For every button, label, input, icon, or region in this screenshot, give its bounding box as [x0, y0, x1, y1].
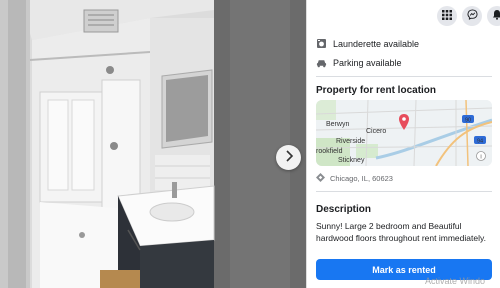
route-label: 94	[477, 139, 483, 145]
feature-parking: Parking available	[316, 57, 402, 68]
chevron-right-icon	[284, 149, 294, 167]
map-label-stickney: Stickney	[338, 157, 365, 164]
apps-grid-icon	[442, 7, 452, 25]
car-icon	[316, 57, 327, 68]
listing-photo	[0, 0, 306, 288]
address-text: Chicago, IL, 60623	[330, 174, 393, 183]
listing-detail-panel: Launderette available Parking available …	[306, 0, 500, 288]
notifications-icon	[492, 7, 500, 25]
apps-grid-button[interactable]	[437, 6, 457, 26]
map-label-berwyn: Berwyn	[326, 121, 349, 128]
feature-parking-label: Parking available	[333, 57, 402, 68]
location-map[interactable]: 90 94 Berwyn Cicero Riverside rookfield …	[316, 100, 492, 166]
messenger-button[interactable]	[462, 6, 482, 26]
description-text: Sunny! Large 2 bedroom and Beautiful har…	[316, 221, 486, 243]
next-photo-button[interactable]	[276, 145, 301, 170]
description-heading: Description	[316, 204, 372, 215]
notifications-button[interactable]	[487, 6, 500, 26]
laundry-icon	[316, 38, 327, 49]
map-label-cicero: Cicero	[366, 128, 386, 135]
map-canvas: 90 94 Berwyn Cicero Riverside rookfield …	[316, 100, 492, 166]
messenger-icon	[466, 7, 478, 25]
divider	[316, 76, 492, 77]
address-row: Chicago, IL, 60623	[316, 173, 393, 184]
location-arrow-icon	[316, 173, 325, 184]
map-label-brookfield: rookfield	[316, 148, 343, 155]
listing-photo-area	[0, 0, 306, 288]
feature-laundry-label: Launderette available	[333, 38, 420, 49]
top-action-bar	[307, 0, 500, 32]
feature-laundry: Launderette available	[316, 38, 419, 49]
map-label-riverside: Riverside	[336, 138, 365, 145]
divider	[316, 191, 492, 192]
activate-windows-watermark: Activate Windo	[425, 276, 486, 286]
location-heading: Property for rent location	[316, 85, 437, 96]
route-label: 90	[465, 118, 471, 124]
svg-text:i: i	[480, 155, 481, 161]
map-info-icon: i	[476, 151, 486, 161]
